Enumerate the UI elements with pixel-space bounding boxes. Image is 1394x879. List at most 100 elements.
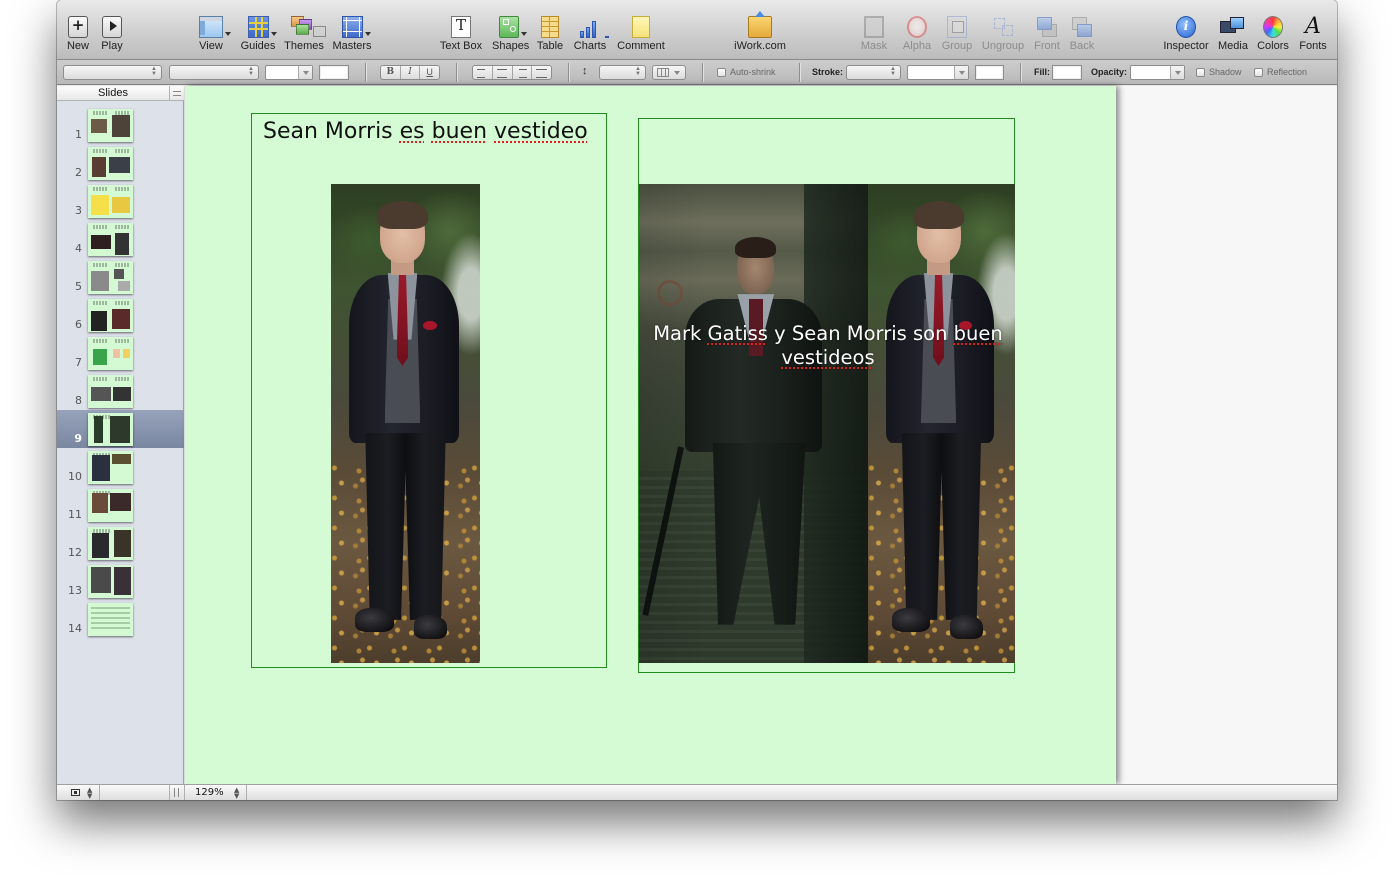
align-justify-icon [532, 66, 551, 79]
navigator-view-popup[interactable]: ▲ ▼ [67, 787, 97, 800]
auto-shrink-label: Auto-shrink [730, 67, 776, 77]
slide-thumbnail[interactable] [88, 565, 133, 598]
align-justify-button[interactable] [532, 66, 551, 79]
align-left-button[interactable] [473, 66, 493, 79]
line-spacing-popup[interactable]: ▲ ▼ [599, 65, 646, 80]
right-caption-text[interactable]: Mark Gatiss y Sean Morris son buen vesti… [640, 322, 1016, 370]
underline-button[interactable]: U [420, 66, 439, 79]
inspector-button[interactable]: i Inspector [1161, 16, 1211, 56]
slide-number: 8 [75, 394, 82, 407]
slide-thumbnail-row[interactable]: 14 [57, 600, 184, 638]
colors-button[interactable]: Colors [1256, 16, 1290, 56]
slide-number: 11 [68, 508, 82, 521]
fonts-button[interactable]: A Fonts [1298, 16, 1328, 56]
slide-thumbnail-row[interactable]: 2 [57, 144, 184, 182]
group-button[interactable]: Group [940, 16, 974, 56]
media-button[interactable]: Media [1217, 16, 1249, 56]
dropdown-arrow-icon[interactable] [298, 66, 312, 79]
play-button[interactable]: Play [100, 16, 124, 56]
auto-shrink-checkbox[interactable]: Auto-shrink [717, 67, 776, 77]
zoom-stepper-icon[interactable]: ▲ ▼ [234, 787, 239, 800]
slide-thumbnail-row[interactable]: 8 [57, 372, 184, 410]
slide-thumbnail[interactable] [88, 109, 133, 142]
toolbar: + New Play View Guides Themes Masters T … [57, 0, 1337, 60]
slide-thumbnail-row[interactable]: 13 [57, 562, 184, 600]
thumbnail-image [93, 349, 107, 365]
text-box-button[interactable]: T Text Box [438, 16, 484, 56]
slide-thumbnail-row[interactable]: 11 [57, 486, 184, 524]
slide-thumbnail-row[interactable]: 12 [57, 524, 184, 562]
paragraph-style-popup[interactable]: ▲ ▼ [63, 65, 162, 80]
themes-button[interactable]: Themes [283, 16, 326, 56]
fill-color-well[interactable] [1052, 65, 1082, 80]
slide-thumbnail-row[interactable]: 6 [57, 296, 184, 334]
iwork-com-button[interactable]: iWork.com [733, 11, 787, 56]
italic-button[interactable]: I [401, 66, 421, 79]
table-button[interactable]: Table [535, 16, 565, 56]
slide-thumbnail-row[interactable]: 3 [57, 182, 184, 220]
slide-thumbnail[interactable] [88, 337, 133, 370]
slide-thumbnail-row[interactable]: 9 [57, 410, 184, 448]
media-label: Media [1218, 40, 1248, 52]
slide[interactable]: Sean Morris es buen vestideo Mark Gatiss… [185, 86, 1116, 784]
slide-thumbnail-row[interactable]: 1 [57, 106, 184, 144]
guides-button[interactable]: Guides [240, 16, 277, 56]
thumbnail-caption [93, 377, 107, 381]
masters-button[interactable]: Masters [331, 16, 373, 56]
slide-thumbnail[interactable] [88, 223, 133, 256]
slide-thumbnail[interactable] [88, 147, 133, 180]
left-title-text[interactable]: Sean Morris es buen vestideo [263, 119, 588, 144]
stepper-icon: ▲ ▼ [635, 66, 641, 77]
bring-front-button[interactable]: Front [1032, 16, 1062, 56]
navigator-menu-button[interactable] [169, 86, 184, 100]
mask-label: Mask [860, 40, 888, 52]
photo-sean-morris[interactable] [331, 184, 480, 663]
text-color-well[interactable] [319, 65, 349, 80]
new-button[interactable]: + New [65, 16, 91, 56]
charts-button[interactable]: Charts [573, 16, 609, 56]
shapes-button[interactable]: Shapes [492, 16, 529, 56]
columns-popup[interactable] [652, 65, 686, 80]
view-button[interactable]: View [195, 16, 231, 56]
slide-thumbnail[interactable] [88, 185, 133, 218]
align-right-button[interactable] [513, 66, 533, 79]
mask-button[interactable]: Mask [859, 16, 889, 56]
menu-arrow-icon [270, 32, 277, 36]
bold-button[interactable]: B [381, 66, 401, 79]
slide-thumbnail[interactable] [88, 413, 133, 446]
reflection-checkbox[interactable]: Reflection [1254, 67, 1307, 77]
photo-mark-gatiss[interactable] [639, 184, 868, 663]
slide-thumbnail[interactable] [88, 527, 133, 560]
slide-thumbnail-row[interactable]: 5 [57, 258, 184, 296]
slide-thumbnail[interactable] [88, 299, 133, 332]
zoom-level[interactable]: 129% [195, 787, 224, 798]
slide-thumbnail[interactable] [88, 603, 133, 636]
font-size-combo[interactable] [265, 65, 313, 80]
slide-thumbnail[interactable] [88, 375, 133, 408]
thumbnail-image [114, 567, 131, 595]
ungroup-icon [992, 16, 1014, 38]
slide-thumbnail-row[interactable]: 4 [57, 220, 184, 258]
shadow-checkbox[interactable]: Shadow [1196, 67, 1242, 77]
slide-thumbnail-row[interactable]: 10 [57, 448, 184, 486]
stroke-color-well[interactable] [975, 65, 1004, 80]
dropdown-arrow-icon[interactable] [954, 66, 968, 79]
slide-number: 6 [75, 318, 82, 331]
opacity-combo[interactable] [1130, 65, 1185, 80]
dropdown-arrow-icon[interactable] [1170, 66, 1184, 79]
comment-button[interactable]: Comment [616, 16, 666, 56]
send-back-button[interactable]: Back [1068, 16, 1096, 56]
align-center-button[interactable] [493, 66, 513, 79]
slide-thumbnail[interactable] [88, 489, 133, 522]
stroke-style-popup[interactable]: ▲ ▼ [846, 65, 901, 80]
font-family-popup[interactable]: ▲ ▼ [169, 65, 259, 80]
send-back-icon [1071, 16, 1093, 38]
split-resize-handle[interactable] [174, 788, 179, 797]
stroke-width-combo[interactable] [907, 65, 969, 80]
slide-thumbnail[interactable] [88, 451, 133, 484]
photo-sean-morris[interactable] [868, 184, 1015, 663]
ungroup-button[interactable]: Ungroup [981, 16, 1025, 56]
slide-thumbnail[interactable] [88, 261, 133, 294]
alpha-button[interactable]: Alpha [902, 16, 932, 56]
slide-thumbnail-row[interactable]: 7 [57, 334, 184, 372]
